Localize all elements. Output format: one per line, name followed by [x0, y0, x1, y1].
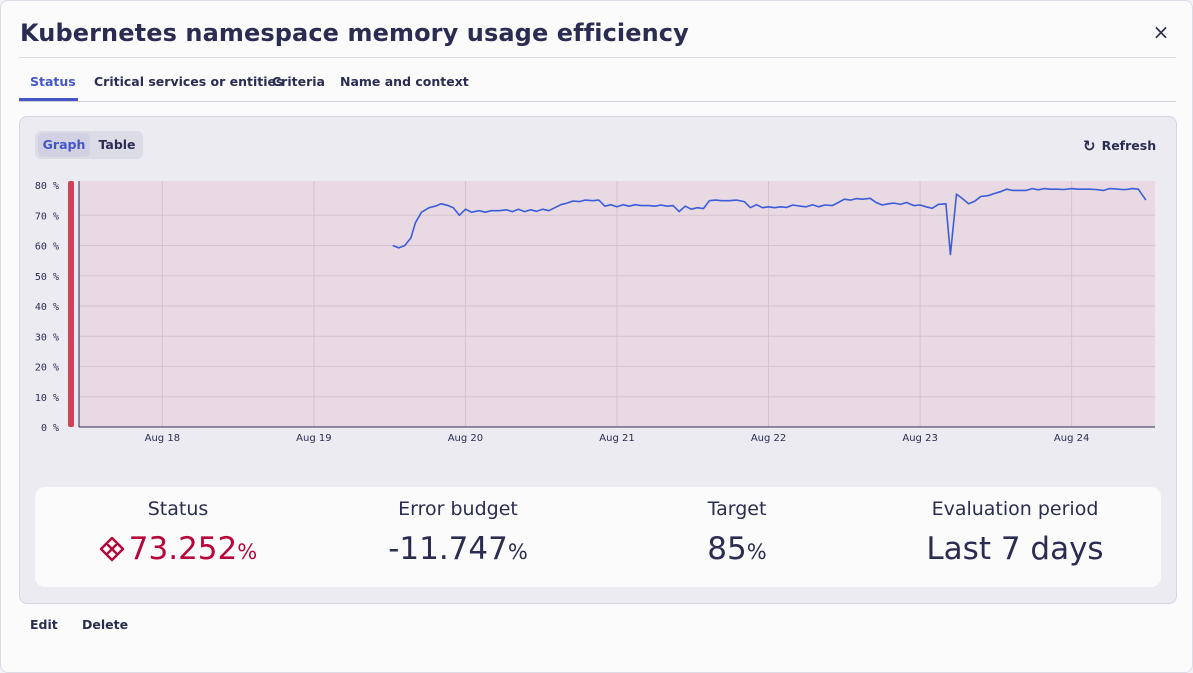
stat-error-budget-number: -11.747 [388, 531, 508, 567]
delete-button[interactable]: Delete [82, 617, 128, 632]
tab-bar: Status Critical services or entities Cri… [19, 65, 1176, 102]
tab-name-and-context[interactable]: Name and context [340, 74, 469, 89]
stat-target-label: Target [707, 498, 767, 520]
edit-button[interactable]: Edit [30, 617, 58, 632]
memory-efficiency-chart: 80 % 70 % 60 % 50 % 40 % 30 % 20 % 10 % 0 % Aug 1… [35, 181, 1155, 444]
x-tick-label: Aug 20 [448, 433, 483, 444]
x-tick-label: Aug 18 [145, 433, 180, 444]
refresh-label: Refresh [1101, 138, 1157, 153]
y-tick-label: 80 % [35, 181, 59, 192]
stat-evaluation-period-value: Last 7 days [926, 531, 1104, 567]
view-toggle: Graph Table [35, 131, 143, 159]
tab-critical-services[interactable]: Critical services or entities [94, 74, 283, 89]
y-tick-label: 30 % [35, 332, 59, 343]
y-tick-label: 0 % [41, 423, 59, 434]
stat-target-number: 85 [707, 531, 747, 567]
y-tick-label: 20 % [35, 363, 59, 374]
x-tick-label: Aug 23 [902, 433, 937, 444]
stat-status-value: 73.252% [38, 531, 318, 567]
tab-status[interactable]: Status [30, 74, 76, 89]
dialog-title: Kubernetes namespace memory usage effici… [20, 19, 689, 47]
stat-target-value: 85% [597, 531, 877, 567]
y-tick-label: 10 % [35, 393, 59, 404]
status-indicator-bar [68, 181, 74, 427]
stat-target-unit: % [746, 540, 767, 564]
stat-status-unit: % [237, 540, 258, 564]
refresh-button[interactable]: ↻ Refresh [1083, 137, 1156, 155]
stat-error-budget-value: -11.747% [318, 531, 598, 567]
status-failure-icon [99, 536, 124, 562]
x-tick-label: Aug 24 [1054, 433, 1089, 444]
stat-status-label: Status [147, 498, 209, 520]
stat-status-number: 73.252 [128, 531, 238, 567]
active-tab-indicator [19, 98, 78, 101]
graph-toggle-button[interactable]: Graph [38, 133, 90, 157]
y-tick-label: 70 % [35, 211, 59, 222]
close-icon[interactable]: × [1151, 21, 1171, 43]
x-tick-label: Aug 21 [599, 433, 634, 444]
table-toggle-button[interactable]: Table [93, 131, 141, 159]
stat-evaluation-period-label: Evaluation period [931, 498, 1099, 520]
y-tick-label: 60 % [35, 242, 59, 253]
stat-error-budget-label: Error budget [398, 498, 518, 520]
y-tick-label: 40 % [35, 302, 59, 313]
y-tick-label: 50 % [35, 272, 59, 283]
stats-card: Status 73.252% Error budget -11.747% Tar… [35, 487, 1161, 587]
x-tick-label: Aug 19 [296, 433, 331, 444]
refresh-icon: ↻ [1083, 137, 1096, 155]
slo-details-dialog: Kubernetes namespace memory usage effici… [0, 0, 1193, 673]
tab-criteria[interactable]: Criteria [272, 74, 325, 89]
x-tick-label: Aug 22 [751, 433, 786, 444]
stat-error-budget-unit: % [507, 540, 528, 564]
title-divider [19, 57, 1176, 58]
